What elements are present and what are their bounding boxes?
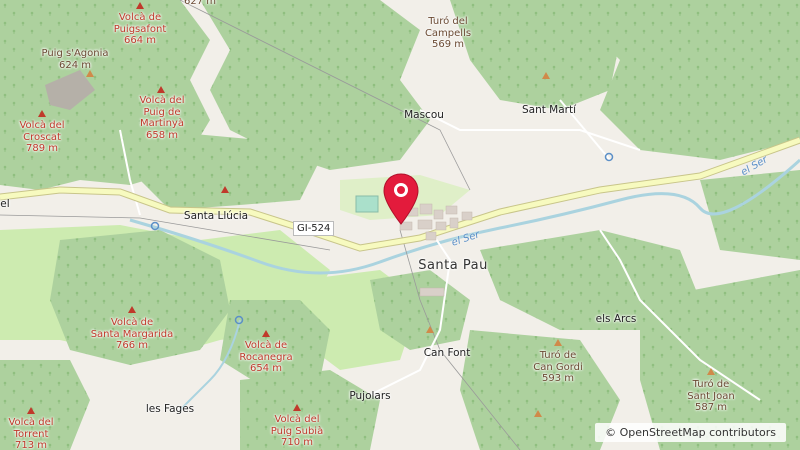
location-pin-icon[interactable] [382,172,420,227]
label-turo-de-sant-joan: Turó de Sant Joan 587 m [687,379,735,413]
label-volca-del-puig-subia: Volcà del Puig Subià 710 m [270,414,324,448]
label-turo-de-can-gordi: Turó de Can Gordi 593 m [533,350,583,384]
road-shield-gi-524: GI-524 [293,221,335,236]
label-edge-label-el: el [0,198,10,210]
label-els-arcs: els Arcs [595,313,637,325]
copyright-symbol: © [605,426,617,439]
label-mascou: Mascou [404,109,444,121]
label-volca-de-santa-margarida: Volcà de Santa Margarida 766 m [90,317,174,351]
label-volca-del-puig-de-martinya: Volcà del Puig de Martinyà 658 m [139,95,185,141]
label-top-peak-partial: 627 m [183,0,217,7]
label-volca-del-torrent: Volcà del Torrent 713 m [8,417,54,450]
map-attribution: © OpenStreetMap contributors [595,423,786,442]
label-turo-del-campells: Turó del Campells 569 m [424,16,472,50]
town-label-santa-pau[interactable]: Santa Pau [418,258,488,274]
label-santa-llucia: Santa Llúcia [183,210,249,222]
attribution-link[interactable]: OpenStreetMap contributors [620,426,776,439]
label-sant-marti: Sant Martí [521,104,577,116]
label-pujolars: Pujolars [349,390,391,402]
sports-field [355,195,379,213]
map-view[interactable]: 627 m Volcà de Puigsafont 664 m Puig s'Agoni… [0,0,800,450]
label-volca-de-rocanegra: Volcà de Rocanegra 654 m [239,340,293,374]
label-volca-del-croscat: Volcà del Croscat 789 m [19,120,65,154]
label-puig-s-agonia: Puig s'Agonia 624 m [41,48,109,71]
label-volca-de-puigsafont: Volcà de Puigsafont 664 m [113,12,167,46]
label-les-fages: les Fages [145,403,195,415]
label-can-font: Can Font [423,347,471,359]
